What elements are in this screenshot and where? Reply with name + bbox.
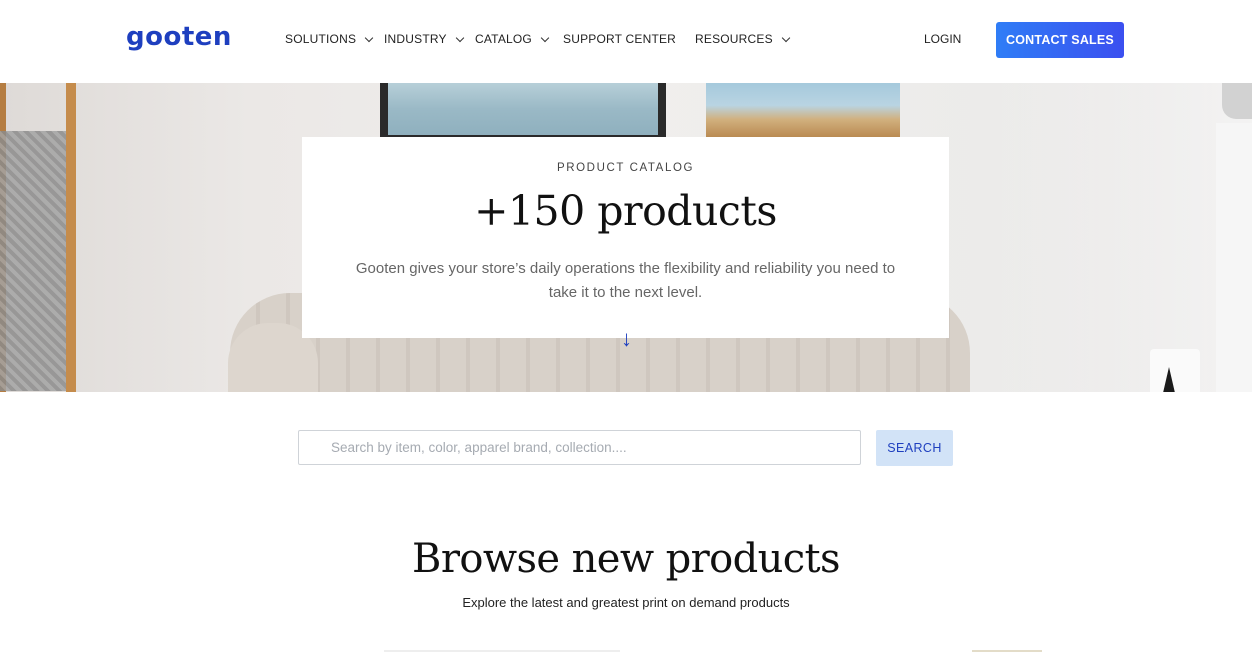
nav-resources[interactable]: RESOURCES	[695, 32, 791, 46]
hero-photo-blanket	[0, 131, 66, 391]
hero-photo-frame-sea	[380, 83, 666, 143]
browse-title: Browse new products	[412, 536, 841, 582]
nav-catalog-label: CATALOG	[475, 32, 532, 46]
chevron-down-icon	[364, 33, 374, 42]
chevron-down-icon	[781, 33, 791, 42]
gooten-logo[interactable]: gooten	[126, 22, 232, 52]
hero-photo-pedestal	[1216, 123, 1252, 392]
chevron-down-icon	[455, 33, 464, 42]
hero-eyebrow: PRODUCT CATALOG	[556, 162, 695, 174]
hero-photo-vase-shape	[1163, 367, 1175, 392]
nav-industry[interactable]: INDUSTRY	[384, 32, 464, 46]
nav-resources-label: RESOURCES	[695, 32, 773, 46]
nav-catalog[interactable]: CATALOG	[475, 32, 550, 46]
hero-photo-frame-coast	[706, 83, 900, 143]
search-input[interactable]	[298, 430, 861, 465]
contact-sales-button[interactable]: CONTACT SALES	[996, 22, 1124, 58]
hero-photo-light	[992, 83, 1252, 392]
nav-solutions[interactable]: SOLUTIONS	[285, 32, 374, 46]
hero-photo-speaker	[1222, 83, 1252, 119]
hero-subtitle: Gooten gives your store’s daily operatio…	[355, 260, 896, 301]
chevron-down-icon	[540, 33, 550, 42]
hero-photo-ladder-rail	[66, 83, 76, 392]
nav-solutions-label: SOLUTIONS	[285, 32, 357, 46]
hero-card: PRODUCT CATALOG +150 products Gooten giv…	[302, 137, 949, 338]
arrow-down-icon[interactable]: ↓	[621, 328, 632, 350]
nav-support-center-label: SUPPORT CENTER	[563, 32, 677, 46]
search-button[interactable]: SEARCH	[876, 430, 953, 466]
hero-title: +150 products	[474, 187, 777, 235]
login-link[interactable]: LOGIN	[924, 32, 961, 46]
nav-industry-label: INDUSTRY	[384, 32, 447, 46]
hero-photo-vase	[1150, 349, 1200, 392]
browse-subtitle: Explore the latest and greatest print on…	[462, 595, 790, 610]
hero-banner: PRODUCT CATALOG +150 products Gooten giv…	[0, 83, 1252, 392]
nav-support-center[interactable]: SUPPORT CENTER	[563, 32, 676, 46]
site-header: gooten SOLUTIONS INDUSTRY CATALOG SUPPOR…	[0, 0, 1252, 83]
